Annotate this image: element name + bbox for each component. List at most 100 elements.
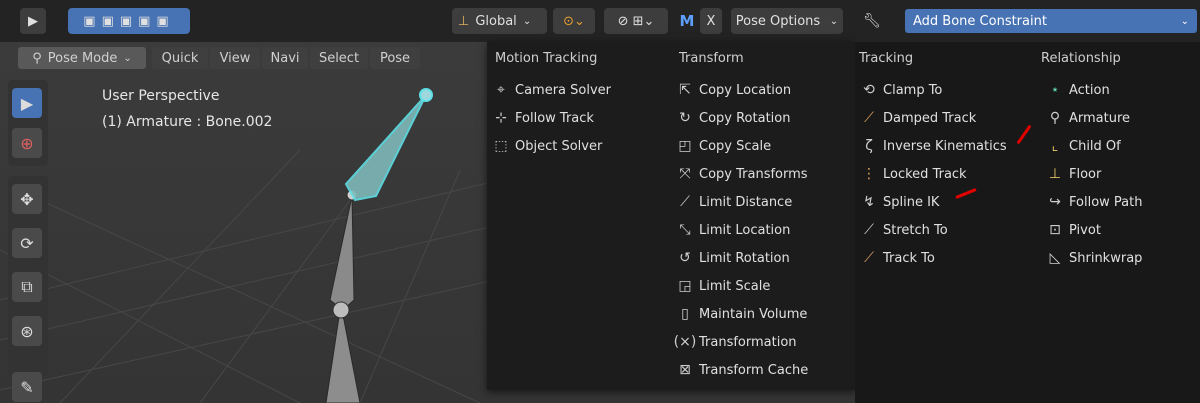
item-label: Inverse Kinematics <box>883 138 1007 154</box>
cursor-tool[interactable]: ⊕ <box>12 128 42 158</box>
chevron-down-icon: ⌄ <box>522 15 532 27</box>
track-to-icon: ⟋ <box>864 250 874 266</box>
menu-item-follow-track[interactable]: ⊹ Follow Track <box>487 104 667 132</box>
add-constraint-menu-left: Motion Tracking ⌖ Camera Solver ⊹ Follow T… <box>487 42 855 390</box>
menu-navi[interactable]: Navi <box>262 47 308 69</box>
menu-pose[interactable]: Pose <box>370 47 420 69</box>
pivot-point-dropdown[interactable]: ⊙⌄ <box>553 8 595 34</box>
select-tool-button[interactable]: ▶ <box>20 8 46 34</box>
menu-item-copy-scale[interactable]: ◰ Copy Scale <box>671 132 855 160</box>
menu-item-copy-location[interactable]: ⇱ Copy Location <box>671 76 855 104</box>
action-icon: ⋆ <box>1050 82 1060 98</box>
menu-item-transformation[interactable]: (×) Transformation <box>671 328 855 356</box>
copy-scale-icon: ◰ <box>678 138 692 154</box>
menu-item-copy-transforms[interactable]: ⤧ Copy Transforms <box>671 160 855 188</box>
menu-item-clamp-to[interactable]: ⟲ Clamp To <box>855 76 1035 104</box>
menu-view-label: View <box>219 50 251 66</box>
shrinkwrap-icon: ◺ <box>1049 250 1061 266</box>
child-of-icon: ⌞ <box>1051 138 1059 154</box>
menu-item-maintain-volume[interactable]: ▯ Maintain Volume <box>671 300 855 328</box>
menu-item-camera-solver[interactable]: ⌖ Camera Solver <box>487 76 667 104</box>
limit-scale-icon: ◲ <box>678 278 692 294</box>
x-label: X <box>706 13 716 29</box>
damped-track-icon: ⟋ <box>864 110 874 126</box>
menu-pose-label: Pose <box>379 50 411 66</box>
rotate-icon: ⟳ <box>20 233 34 253</box>
menu-item-limit-rotation[interactable]: ↺ Limit Rotation <box>671 244 855 272</box>
item-label: Track To <box>883 250 935 266</box>
menu-select-label: Select <box>318 50 360 66</box>
limit-rotation-icon: ↺ <box>679 250 691 266</box>
column-transform: Transform ⇱ Copy Location ↻ Copy Rotation … <box>671 42 855 384</box>
item-label: Armature <box>1069 110 1131 126</box>
perspective-label: User Perspective <box>102 88 220 104</box>
menu-item-transform-cache[interactable]: ⊠ Transform Cache <box>671 356 855 384</box>
menu-item-child-of[interactable]: ⌞ Child Of <box>1041 132 1200 160</box>
annotate-tool[interactable]: ✎ <box>12 372 42 402</box>
orientation-label: Global <box>475 13 517 29</box>
column-relationship: Relationship ⋆ Action ⚲ Armature ⌞ Child Of… <box>1041 42 1200 272</box>
add-bone-constraint-dropdown[interactable]: Add Bone Constraint ⌄ <box>905 9 1197 33</box>
menu-item-armature[interactable]: ⚲ Armature <box>1041 104 1200 132</box>
menu-item-spline-ik[interactable]: ↯ Spline IK <box>855 188 1035 216</box>
menu-item-pivot[interactable]: ⊡ Pivot <box>1041 216 1200 244</box>
inverse-kinematics-icon: ζ <box>865 138 873 154</box>
menu-quick[interactable]: Quick <box>152 47 208 69</box>
scale-tool[interactable]: ⧉ <box>12 272 42 302</box>
menu-select[interactable]: Select <box>310 47 368 69</box>
selection-mode-icons: ▣▣▣▣▣ <box>83 13 175 29</box>
wrench-icon: 🔧︎ <box>863 13 881 29</box>
rotate-tool[interactable]: ⟳ <box>12 228 42 258</box>
cursor-icon: ▶ <box>20 93 34 113</box>
item-label: Stretch To <box>883 222 948 238</box>
object-info-label: (1) Armature : Bone.002 <box>102 114 273 130</box>
orientation-axes-icon: ⊥ <box>458 13 470 29</box>
chevron-down-icon: ⌄ <box>123 52 132 64</box>
cursor-target-icon: ⊕ <box>20 133 34 153</box>
pose-options-dropdown[interactable]: Pose Options ⌄ <box>731 8 843 34</box>
menu-item-limit-location[interactable]: ⤡ Limit Location <box>671 216 855 244</box>
item-label: Follow Track <box>515 110 594 126</box>
menu-item-shrinkwrap[interactable]: ◺ Shrinkwrap <box>1041 244 1200 272</box>
transform-orientation-dropdown[interactable]: ⊥ Global ⌄ <box>452 8 547 34</box>
chevron-down-icon: ⌄ <box>1180 15 1189 27</box>
item-label: Transform Cache <box>699 362 809 378</box>
menu-item-copy-rotation[interactable]: ↻ Copy Rotation <box>671 104 855 132</box>
mirror-x-button[interactable]: X <box>700 8 722 34</box>
item-label: Copy Transforms <box>699 166 808 182</box>
item-label: Limit Distance <box>699 194 793 210</box>
pivot-icon: ⊡ <box>1049 222 1061 238</box>
item-label: Spline IK <box>883 194 940 210</box>
mode-dropdown[interactable]: ⚲ Pose Mode ⌄ <box>18 47 146 69</box>
selection-mode-buttons[interactable]: ▣▣▣▣▣ <box>68 8 190 34</box>
menu-item-inverse-kinematics[interactable]: ζ Inverse Kinematics <box>855 132 1035 160</box>
column-motion-tracking: Motion Tracking ⌖ Camera Solver ⊹ Follow T… <box>487 42 667 160</box>
select-box-tool[interactable]: ▶ <box>12 88 42 118</box>
clamp-to-icon: ⟲ <box>863 82 875 98</box>
properties-header: 🔧︎ Add Bone Constraint ⌄ <box>855 0 1200 42</box>
menu-item-follow-path[interactable]: ↪ Follow Path <box>1041 188 1200 216</box>
copy-rotation-icon: ↻ <box>679 110 691 126</box>
menu-item-object-solver[interactable]: ⬚ Object Solver <box>487 132 667 160</box>
menu-item-locked-track[interactable]: ⋮ Locked Track <box>855 160 1035 188</box>
follow-track-icon: ⊹ <box>495 110 507 126</box>
menu-item-limit-scale[interactable]: ◲ Limit Scale <box>671 272 855 300</box>
menu-item-track-to[interactable]: ⟋ Track To <box>855 244 1035 272</box>
pose-options-label: Pose Options <box>735 13 821 29</box>
move-tool[interactable]: ✥ <box>12 184 42 214</box>
menu-view[interactable]: View <box>210 47 260 69</box>
floor-icon: ⊥ <box>1048 166 1062 182</box>
menu-item-action[interactable]: ⋆ Action <box>1041 76 1200 104</box>
menu-item-damped-track[interactable]: ⟋ Damped Track <box>855 104 1035 132</box>
transform-tool[interactable]: ⊛ <box>12 316 42 346</box>
menu-item-floor[interactable]: ⊥ Floor <box>1041 160 1200 188</box>
menu-item-stretch-to[interactable]: ⟋ Stretch To <box>855 216 1035 244</box>
column-title: Tracking <box>859 51 914 66</box>
item-label: Shrinkwrap <box>1069 250 1143 266</box>
menu-item-limit-distance[interactable]: ⟋ Limit Distance <box>671 188 855 216</box>
mirror-m-button[interactable]: M <box>676 8 698 34</box>
snap-controls[interactable]: ⊘ ⊞⌄ <box>604 8 668 34</box>
viewport-header: ▶ ▣▣▣▣▣ ⊥ Global ⌄ ⊙⌄ ⊘ ⊞⌄ M X Pose Opti… <box>0 0 855 42</box>
item-label: Limit Rotation <box>699 250 790 266</box>
item-label: Copy Location <box>699 82 792 98</box>
